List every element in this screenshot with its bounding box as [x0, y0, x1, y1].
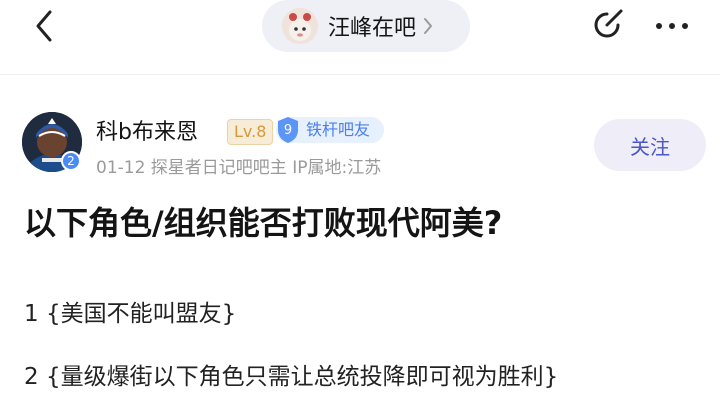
header-divider	[0, 74, 720, 75]
fan-badge-label: 铁杆吧友	[306, 120, 371, 139]
level-badge: Lv.8	[227, 119, 274, 145]
top-navigation-bar: 汪峰在吧	[0, 0, 720, 52]
fan-badge: 9 铁杆吧友	[276, 117, 384, 143]
forum-entry-pill[interactable]: 汪峰在吧	[262, 0, 470, 52]
post-body-line: 2 {量级爆街以下角色只需让总统投降即可视为胜利}	[24, 364, 559, 390]
avatar-badge: 2	[61, 151, 81, 171]
post-title: 以下角色/组织能否打败现代阿美?	[24, 204, 503, 242]
edit-icon[interactable]	[588, 6, 626, 44]
forum-name: 汪峰在吧	[328, 16, 417, 41]
fan-badge-number: 9	[283, 122, 293, 138]
post-body-line: 1 {美国不能叫盟友}	[24, 301, 237, 327]
post-meta: 01-12 探星者日记吧吧主 IP属地:江苏	[96, 158, 382, 178]
chevron-left-icon	[36, 10, 52, 42]
shield-icon: 9	[276, 116, 300, 144]
author-name[interactable]: 科b布来恩	[96, 114, 198, 146]
chevron-right-icon	[422, 16, 434, 36]
follow-button[interactable]: 关注	[594, 119, 706, 171]
more-dots-icon[interactable]	[650, 12, 694, 40]
forum-avatar	[282, 8, 318, 44]
back-button[interactable]	[30, 8, 58, 44]
